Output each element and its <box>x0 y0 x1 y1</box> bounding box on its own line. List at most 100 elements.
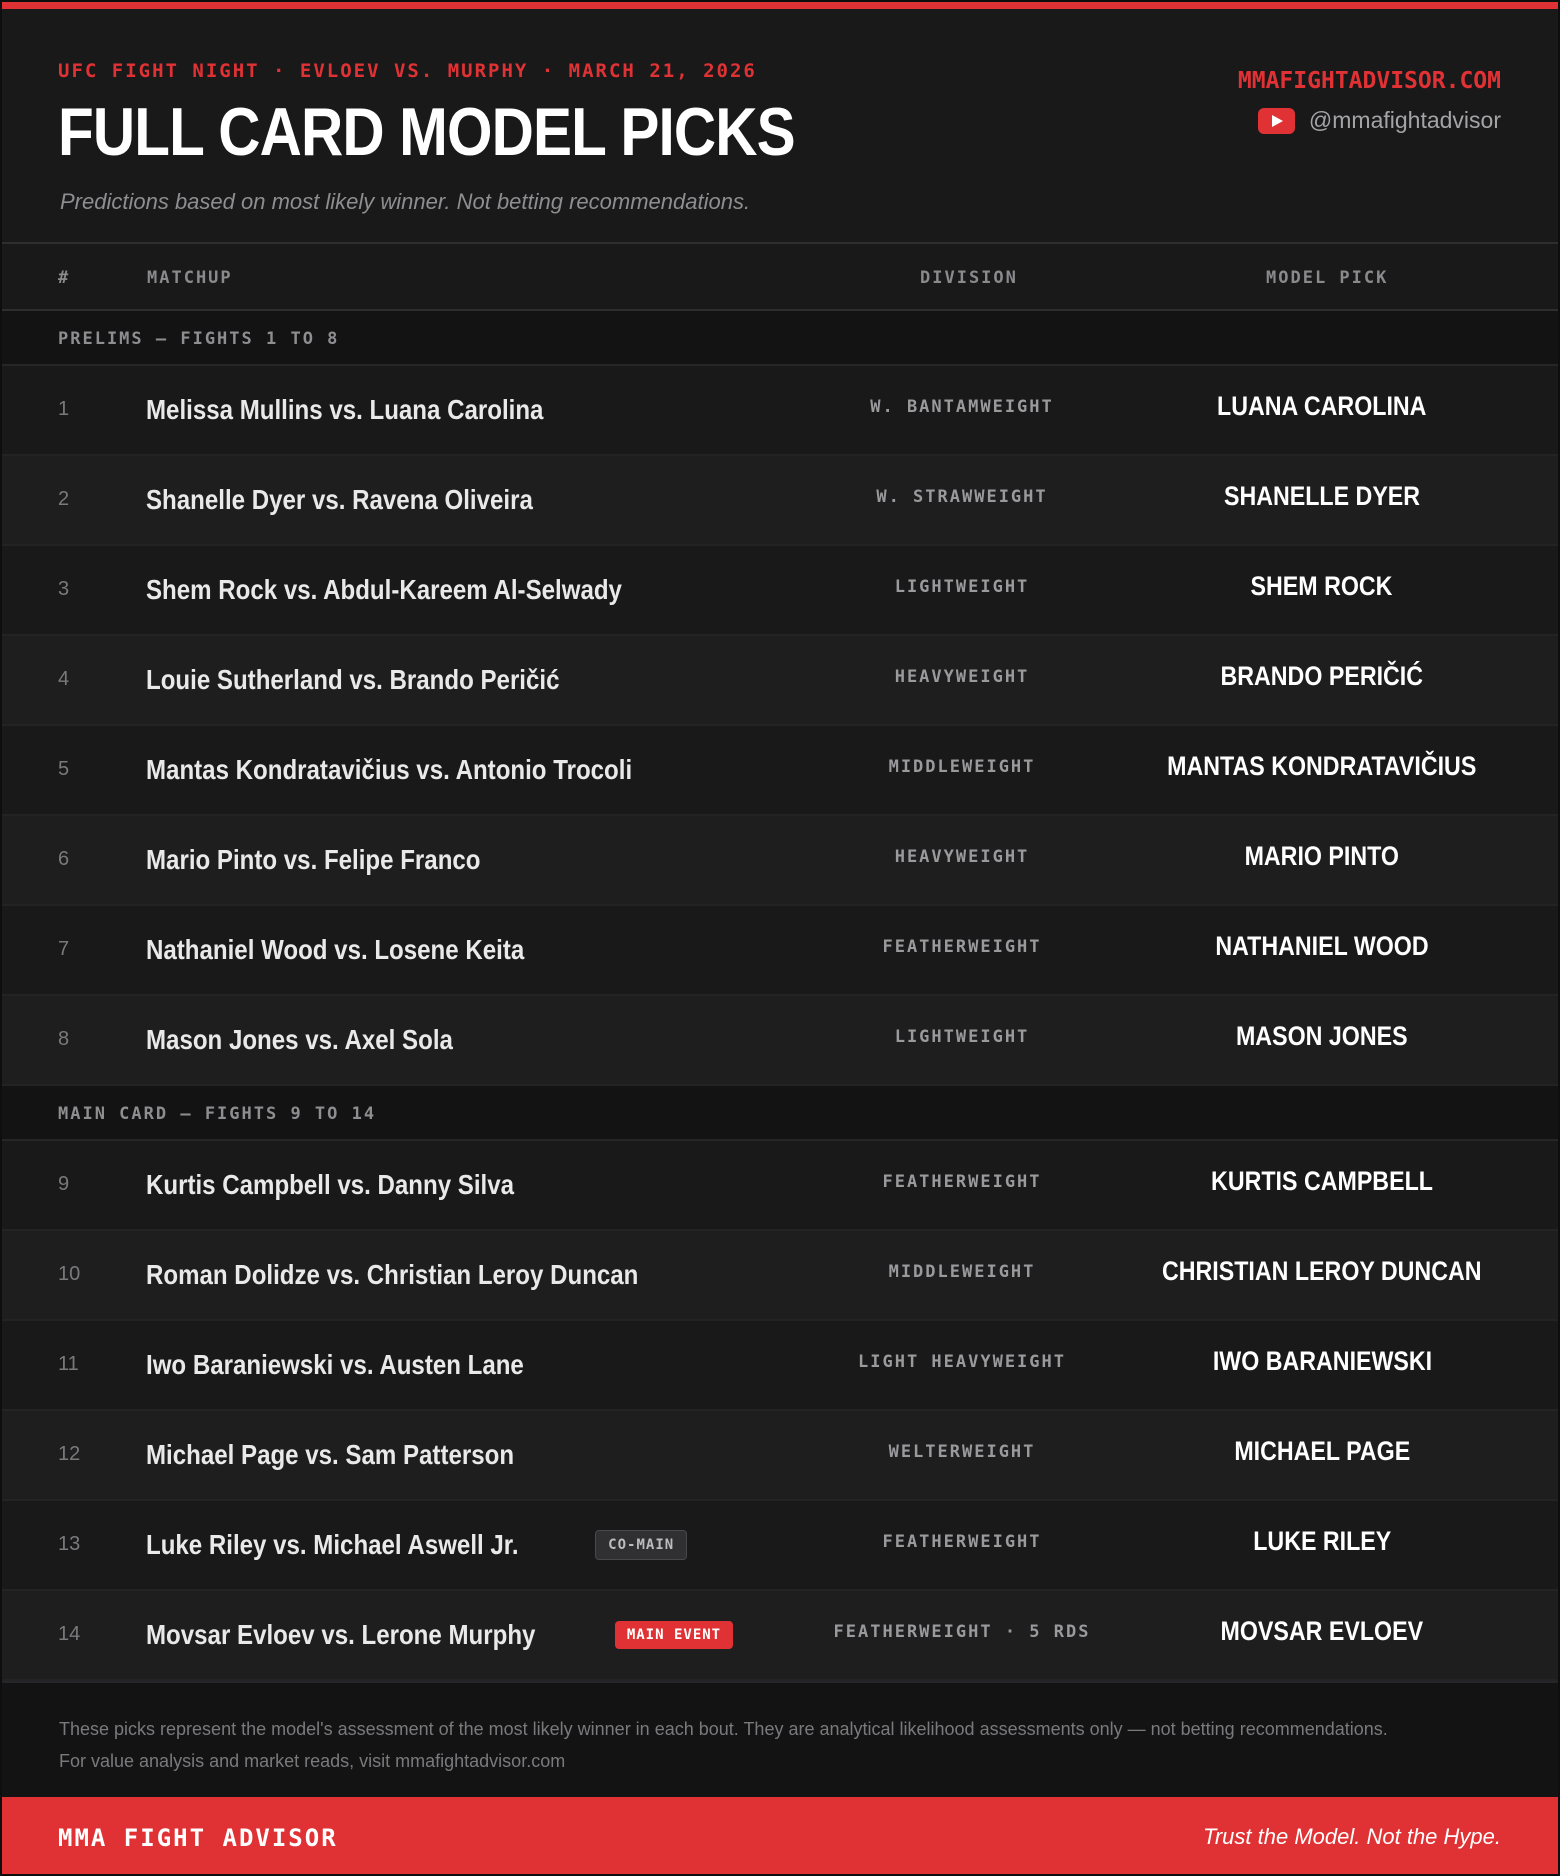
fight-number: 10 <box>58 1263 81 1285</box>
matchup-cell: Luke Riley vs. Michael Aswell Jr. CO-MAIN <box>146 1501 688 1589</box>
matchup-text: Mario Pinto vs. Felipe Franco <box>146 844 481 875</box>
matchup-cell: Mario Pinto vs. Felipe Franco <box>146 816 535 904</box>
model-pick-text: SHEM ROCK <box>1251 571 1393 601</box>
division-cell: HEAVYWEIGHT <box>894 847 1030 867</box>
table-row: 9 Kurtis Campbell vs. Danny Silva FEATHERW… <box>2 1141 1558 1231</box>
table-row: 8 Mason Jones vs. Axel Sola LIGHTWEIGHT MAS… <box>2 996 1558 1086</box>
column-header-pick: MODEL PICK <box>1266 268 1389 288</box>
model-pick-cell: MICHAEL PAGE <box>1122 1436 1522 1467</box>
model-pick-cell: MOVSAR EVLOEV <box>1122 1616 1522 1647</box>
brand-url-link[interactable]: MMAFIGHTADVISOR.COM <box>1238 68 1501 94</box>
matchup-cell: Michael Page vs. Sam Patterson <box>146 1411 574 1499</box>
division-cell: LIGHTWEIGHT <box>894 1027 1030 1047</box>
youtube-handle: @mmafightadvisor <box>1308 107 1501 133</box>
fight-number: 9 <box>58 1173 70 1195</box>
fight-number: 4 <box>58 668 70 690</box>
matchup-text: Nathaniel Wood vs. Losene Keita <box>146 934 525 965</box>
youtube-channel-link[interactable]: @mmafightadvisor <box>1257 107 1501 134</box>
model-pick-cell: NATHANIEL WOOD <box>1122 931 1522 962</box>
model-pick-cell: LUANA CAROLINA <box>1122 391 1522 422</box>
matchup-text: Louie Sutherland vs. Brando Peričić <box>146 664 560 695</box>
matchup-text: Iwo Baraniewski vs. Austen Lane <box>146 1349 524 1380</box>
model-pick-text: IWO BARANIEWSKI <box>1212 1346 1432 1376</box>
column-header-matchup: MATCHUP <box>147 268 233 288</box>
table-row: 13 Luke Riley vs. Michael Aswell Jr. CO-MA… <box>2 1501 1558 1591</box>
column-header-division: DIVISION <box>920 268 1018 288</box>
youtube-play-icon <box>1257 107 1295 134</box>
matchup-text: Shanelle Dyer vs. Ravena Oliveira <box>146 484 533 515</box>
division-cell: HEAVYWEIGHT <box>894 667 1030 687</box>
division-cell: LIGHT HEAVYWEIGHT <box>858 1352 1066 1372</box>
matchup-cell: Melissa Mullins vs. Luana Carolina <box>146 366 608 454</box>
division-cell: MIDDLEWEIGHT <box>888 1262 1036 1282</box>
division-cell: FEATHERWEIGHT · 5 RDS <box>833 1622 1091 1642</box>
picks-card: UFC FIGHT NIGHT · EVLOEV VS. MURPHY · MA… <box>0 0 1560 1876</box>
disclaimer-line-1: These picks represent the model's assess… <box>59 1719 1388 1739</box>
model-pick-cell: CHRISTIAN LEROY DUNCAN <box>1122 1256 1522 1287</box>
division-cell: FEATHERWEIGHT <box>882 1532 1042 1552</box>
table-row: 5 Mantas Kondratavičius vs. Antonio Troco… <box>2 726 1558 816</box>
table-row: 6 Mario Pinto vs. Felipe Franco HEAVYWEIGH… <box>2 816 1558 906</box>
matchup-text: Kurtis Campbell vs. Danny Silva <box>146 1169 515 1200</box>
fight-number: 12 <box>58 1443 81 1465</box>
model-pick-cell: SHEM ROCK <box>1122 571 1522 602</box>
matchup-cell: Louie Sutherland vs. Brando Peričić <box>146 636 627 724</box>
division-cell: FEATHERWEIGHT <box>882 1172 1042 1192</box>
page-title: FULL CARD MODEL PICKS <box>58 94 796 170</box>
accent-top-bar <box>2 2 1558 9</box>
event-eyebrow: UFC FIGHT NIGHT · EVLOEV VS. MURPHY · MA… <box>58 60 757 82</box>
fight-number: 5 <box>58 758 70 780</box>
section-label: MAIN CARD — FIGHTS 9 TO 14 <box>58 1104 377 1124</box>
matchup-cell: Roman Dolidze vs. Christian Leroy Duncan <box>146 1231 719 1319</box>
matchup-cell: Shem Rock vs. Abdul-Kareem Al-Selwady <box>146 546 699 634</box>
model-pick-text: MICHAEL PAGE <box>1234 1436 1410 1466</box>
section-label: PRELIMS — FIGHTS 1 TO 8 <box>58 329 340 349</box>
table-row: 14 Movsar Evloev vs. Lerone Murphy MAIN EV… <box>2 1591 1558 1681</box>
division-cell: LIGHTWEIGHT <box>894 577 1030 597</box>
matchup-text: Shem Rock vs. Abdul-Kareem Al-Selwady <box>146 574 622 605</box>
matchup-cell: Mason Jones vs. Axel Sola <box>146 996 503 1084</box>
matchup-cell: Nathaniel Wood vs. Losene Keita <box>146 906 586 994</box>
model-pick-text: MOVSAR EVLOEV <box>1220 1616 1424 1646</box>
matchup-text: Michael Page vs. Sam Patterson <box>146 1439 515 1470</box>
model-pick-text: KURTIS CAMPBELL <box>1211 1166 1433 1196</box>
division-cell: WELTERWEIGHT <box>888 1442 1036 1462</box>
division-cell: W. BANTAMWEIGHT <box>870 397 1054 417</box>
table-row: 4 Louie Sutherland vs. Brando Peričić HEAV… <box>2 636 1558 726</box>
matchup-text: Movsar Evloev vs. Lerone Murphy <box>146 1619 536 1650</box>
table-row: 7 Nathaniel Wood vs. Losene Keita FEATHERW… <box>2 906 1558 996</box>
model-pick-text: CHRISTIAN LEROY DUNCAN <box>1162 1256 1482 1286</box>
table-row: 10 Roman Dolidze vs. Christian Leroy Dunc… <box>2 1231 1558 1321</box>
model-pick-text: SHANELLE DYER <box>1223 481 1421 511</box>
model-pick-text: MASON JONES <box>1236 1021 1408 1051</box>
model-pick-cell: MASON JONES <box>1122 1021 1522 1052</box>
matchup-text: Luke Riley vs. Michael Aswell Jr. <box>146 1529 519 1560</box>
division-cell: MIDDLEWEIGHT <box>888 757 1036 777</box>
table-row: 11 Iwo Baraniewski vs. Austen Lane LIGHT H… <box>2 1321 1558 1411</box>
model-pick-text: LUKE RILEY <box>1252 1526 1392 1556</box>
division-cell: FEATHERWEIGHT <box>882 937 1042 957</box>
matchup-cell: Kurtis Campbell vs. Danny Silva <box>146 1141 574 1229</box>
table-header: # MATCHUP DIVISION MODEL PICK <box>2 244 1558 311</box>
model-pick-text: NATHANIEL WOOD <box>1215 931 1429 961</box>
matchup-text: Mantas Kondratavičius vs. Antonio Trocol… <box>146 754 633 785</box>
model-pick-text: BRANDO PERIČIĆ <box>1220 661 1424 691</box>
model-pick-text: LUANA CAROLINA <box>1217 391 1427 421</box>
fight-number: 6 <box>58 848 70 870</box>
main-event-badge: MAIN EVENT <box>614 1621 734 1649</box>
footer-tagline: Trust the Model. Not the Hype. <box>1203 1824 1501 1849</box>
fight-number: 11 <box>58 1353 79 1375</box>
matchup-cell: Mantas Kondratavičius vs. Antonio Trocol… <box>146 726 711 814</box>
model-pick-text: MARIO PINTO <box>1244 841 1400 871</box>
matchup-text: Melissa Mullins vs. Luana Carolina <box>146 394 544 425</box>
matchup-text: Mason Jones vs. Axel Sola <box>146 1024 453 1055</box>
picks-table-body: PRELIMS — FIGHTS 1 TO 8 1 Melissa Mullins … <box>2 311 1558 1681</box>
table-row: 1 Melissa Mullins vs. Luana Carolina W. BA… <box>2 366 1558 456</box>
footer-bar: MMA FIGHT ADVISOR Trust the Model. Not t… <box>2 1797 1558 1874</box>
division-cell: W. STRAWWEIGHT <box>876 487 1048 507</box>
fight-number: 2 <box>58 488 70 510</box>
page-subtitle: Predictions based on most likely winner.… <box>60 189 751 214</box>
fight-number: 8 <box>58 1028 70 1050</box>
footer-brand: MMA FIGHT ADVISOR <box>58 1824 338 1852</box>
header: UFC FIGHT NIGHT · EVLOEV VS. MURPHY · MA… <box>2 9 1558 244</box>
